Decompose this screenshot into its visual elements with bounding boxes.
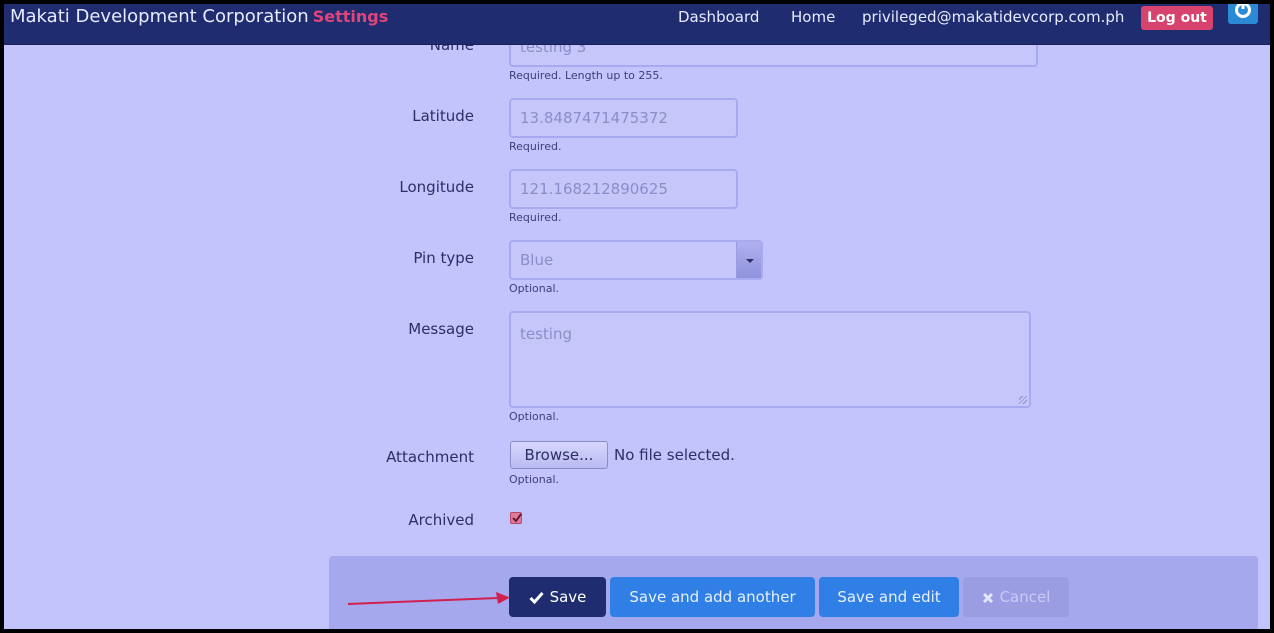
save-and-add-another-button[interactable]: Save and add another (610, 577, 815, 617)
longitude-label: Longitude (399, 178, 474, 196)
pin-type-help: Optional. (509, 282, 560, 295)
save-and-edit-button[interactable]: Save and edit (819, 577, 959, 617)
user-email-link[interactable]: privileged@makatidevcorp.com.ph (862, 8, 1124, 26)
latitude-label: Latitude (412, 107, 474, 125)
longitude-input[interactable]: 121.168212890625 (509, 169, 738, 209)
longitude-help: Required. (509, 211, 562, 224)
archived-checkbox[interactable] (510, 512, 522, 524)
close-icon (982, 579, 994, 619)
message-value: testing (520, 325, 573, 343)
annotation-arrow-icon (347, 592, 510, 605)
pin-type-label: Pin type (413, 249, 474, 267)
nav-link-home[interactable]: Home (791, 8, 835, 26)
cancel-button[interactable]: Cancel (963, 577, 1069, 617)
chevron-down-icon[interactable] (736, 242, 761, 278)
brand-title: Makati Development Corporation (10, 6, 309, 27)
nav-link-dashboard[interactable]: Dashboard (678, 8, 759, 26)
attachment-label: Attachment (386, 448, 474, 466)
brand-subtitle: Settings (312, 7, 389, 26)
checkmark-icon (529, 579, 544, 619)
latitude-input[interactable]: 13.8487471475372 (509, 98, 738, 138)
latitude-help: Required. (509, 140, 562, 153)
name-help: Required. Length up to 255. (509, 69, 663, 82)
save-button[interactable]: Save (509, 577, 606, 617)
power-button[interactable] (1228, 0, 1258, 24)
file-status: No file selected. (614, 446, 735, 464)
logout-button[interactable]: Log out (1141, 6, 1213, 30)
resize-grip-icon[interactable] (1019, 396, 1027, 404)
top-navbar: Makati Development Corporation Settings D… (0, 0, 1274, 45)
attachment-help: Optional. (509, 473, 560, 486)
archived-label: Archived (408, 511, 474, 529)
checkmark-icon (512, 513, 522, 523)
power-icon (1235, 0, 1251, 18)
message-textarea[interactable]: testing (509, 311, 1031, 408)
message-help: Optional. (509, 410, 560, 423)
save-label: Save (549, 588, 587, 606)
brand[interactable]: Makati Development Corporation Settings (10, 6, 388, 27)
browse-button[interactable]: Browse... (510, 441, 608, 469)
cancel-label: Cancel (999, 588, 1051, 606)
pin-type-select[interactable]: Blue (509, 240, 763, 280)
pin-type-value: Blue (520, 251, 554, 269)
message-label: Message (408, 320, 474, 338)
